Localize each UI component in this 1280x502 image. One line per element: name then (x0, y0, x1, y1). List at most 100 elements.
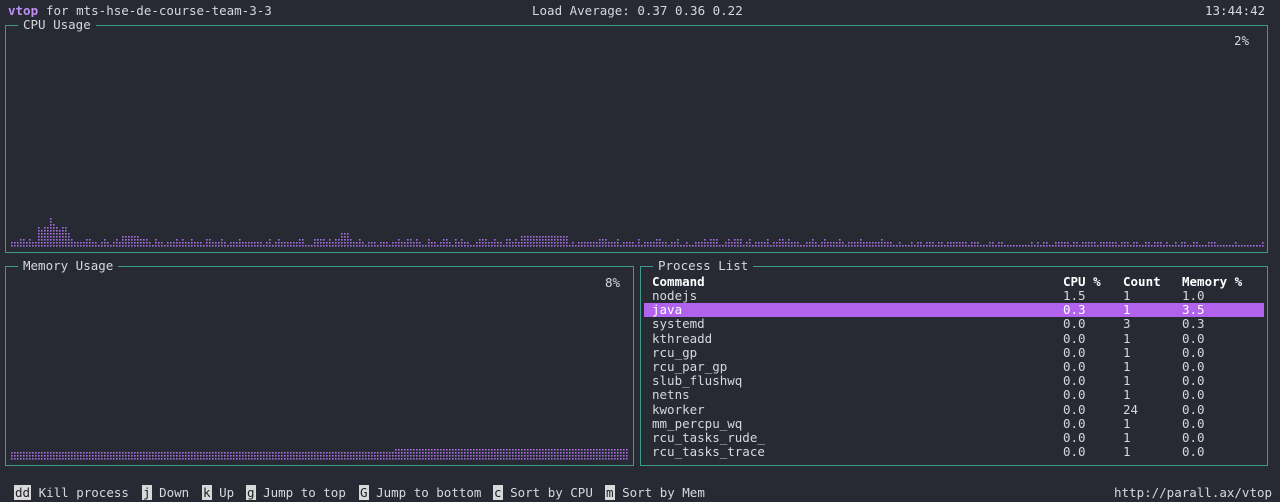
graph-dot (203, 452, 205, 454)
graph-dot (479, 458, 481, 460)
graph-dot (434, 449, 436, 451)
graph-dot (269, 452, 271, 454)
graph-dot (572, 452, 574, 454)
vtop-url-link[interactable]: http://parall.ax/vtop (1114, 484, 1272, 502)
graph-dot (599, 455, 601, 457)
graph-dot (365, 452, 367, 454)
graph-dot (614, 245, 616, 247)
process-row[interactable]: rcu_par_gp 0.0 1 0.0 (644, 360, 1264, 374)
graph-dot (530, 455, 532, 457)
graph-dot (77, 455, 79, 457)
graph-dot (137, 245, 139, 247)
graph-dot (653, 245, 655, 247)
graph-dot (359, 239, 361, 241)
graph-dot (275, 458, 277, 460)
process-row[interactable]: mm_percpu_wq 0.0 1 0.0 (644, 416, 1264, 431)
graph-dot (419, 449, 421, 451)
graph-dot (518, 242, 520, 244)
graph-dot (215, 458, 217, 460)
graph-dot (395, 452, 397, 454)
graph-dot (386, 458, 388, 460)
graph-dot (386, 455, 388, 457)
graph-dot (572, 458, 574, 460)
process-row[interactable]: netns 0.0 1 0.0 (644, 388, 1264, 402)
shortcut-down[interactable]: j Down (142, 484, 189, 502)
graph-dot (455, 239, 457, 241)
graph-dot (617, 245, 619, 247)
graph-dot (314, 458, 316, 460)
graph-dot (491, 242, 493, 244)
graph-dot (1031, 242, 1033, 244)
graph-dot (68, 242, 70, 244)
graph-dot (794, 242, 796, 244)
graph-dot (26, 452, 28, 454)
graph-dot (62, 242, 64, 244)
shortcut-sort-mem[interactable]: m Sort by Mem (605, 484, 705, 502)
graph-dot (44, 452, 46, 454)
process-row[interactable]: rcu_gp 0.0 1 0.0 (644, 345, 1264, 360)
graph-dot (605, 245, 607, 247)
process-row[interactable]: slub_flushwq 0.0 1 0.0 (644, 374, 1264, 388)
graph-dot (338, 455, 340, 457)
graph-dot (659, 245, 661, 247)
shortcut-sort-cpu[interactable]: c Sort by CPU (493, 484, 593, 502)
graph-dot (593, 452, 595, 454)
column-cpu[interactable]: CPU % (1063, 275, 1101, 289)
graph-dot (53, 239, 55, 241)
graph-dot (233, 242, 235, 244)
graph-dot (494, 458, 496, 460)
graph-dot (1001, 245, 1003, 247)
graph-dot (461, 449, 463, 451)
graph-dot (554, 236, 556, 238)
graph-dot (224, 242, 226, 244)
graph-dot (407, 242, 409, 244)
graph-dot (605, 242, 607, 244)
graph-dot (215, 242, 217, 244)
graph-dot (134, 458, 136, 460)
shortcut-jump-bottom[interactable]: G Jump to bottom (359, 484, 481, 502)
graph-dot (65, 227, 67, 229)
graph-dot (11, 242, 13, 244)
graph-dot (167, 455, 169, 457)
graph-dot (161, 245, 163, 247)
column-memory[interactable]: Memory % (1182, 275, 1242, 289)
graph-dot (368, 242, 370, 244)
graph-dot (1007, 245, 1009, 247)
shortcut-up[interactable]: k Up (202, 484, 234, 502)
graph-dot (263, 245, 265, 247)
graph-dot (404, 458, 406, 460)
column-command[interactable]: Command (652, 275, 705, 289)
graph-dot (191, 458, 193, 460)
graph-dot (1166, 242, 1168, 244)
graph-dot (731, 242, 733, 244)
column-count[interactable]: Count (1123, 275, 1161, 289)
graph-dot (137, 242, 139, 244)
process-row[interactable]: kthreadd 0.0 1 0.0 (644, 331, 1264, 346)
shortcut-jump-top[interactable]: g Jump to top (246, 484, 346, 502)
process-row[interactable]: rcu_tasks_rude_ 0.0 1 0.0 (644, 431, 1264, 445)
graph-dot (221, 452, 223, 454)
process-row[interactable]: java 0.3 1 3.5 (644, 303, 1264, 318)
graph-dot (191, 242, 193, 244)
process-row[interactable]: rcu_tasks_trace 0.0 1 0.0 (644, 445, 1264, 459)
graph-dot (548, 242, 550, 244)
graph-dot (422, 455, 424, 457)
graph-dot (485, 452, 487, 454)
process-count-cell: 1 (1123, 359, 1131, 374)
graph-dot (92, 458, 94, 460)
process-row[interactable]: systemd 0.0 3 0.3 (644, 317, 1264, 331)
graph-dot (20, 452, 22, 454)
graph-dot (563, 245, 565, 247)
process-row[interactable]: kworker 0.0 24 0.0 (644, 402, 1264, 417)
process-row[interactable]: nodejs 1.5 1 1.0 (644, 289, 1264, 303)
graph-dot (527, 245, 529, 247)
graph-dot (488, 245, 490, 247)
graph-dot (539, 455, 541, 457)
graph-dot (53, 224, 55, 226)
shortcut-kill[interactable]: dd Kill process (14, 484, 129, 502)
graph-dot (455, 455, 457, 457)
graph-dot (1232, 245, 1234, 247)
graph-dot (407, 458, 409, 460)
graph-dot (614, 452, 616, 454)
graph-dot (32, 242, 34, 244)
